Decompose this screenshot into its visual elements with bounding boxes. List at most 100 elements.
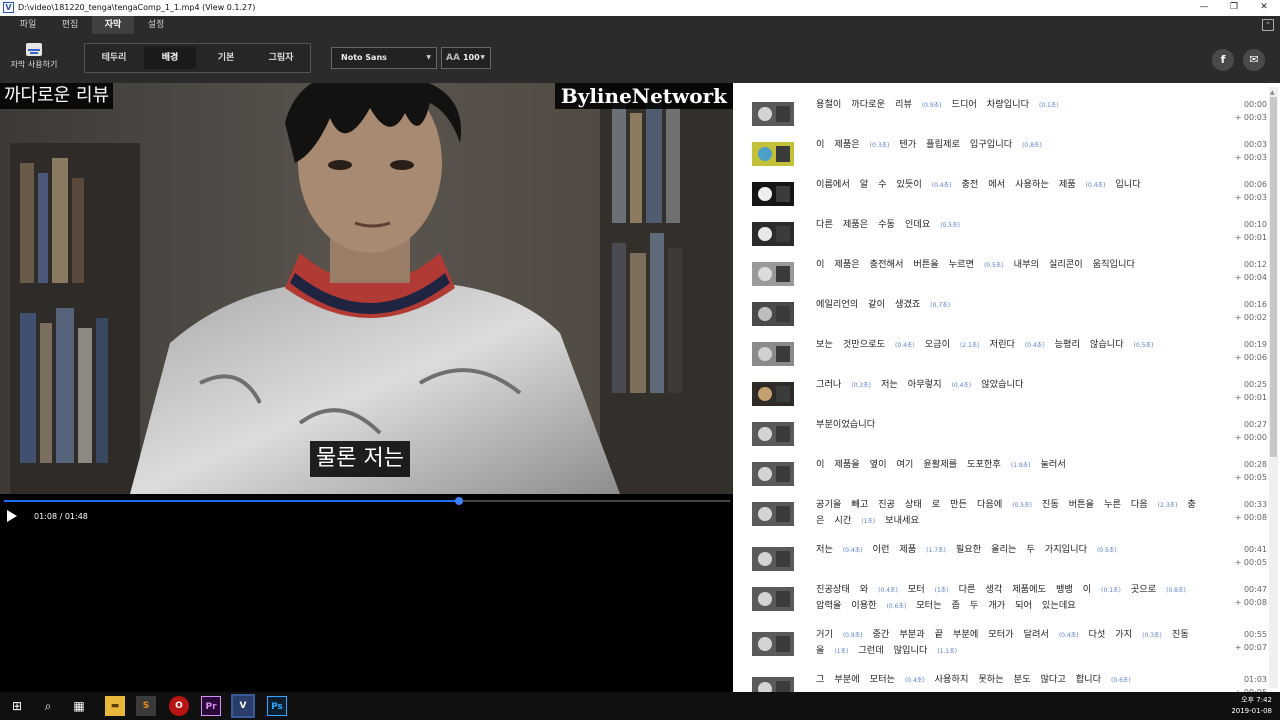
subtitle-text[interactable]: 공기을 빼고 진공 상태 로 만든 다음에 (0.5초) 진동 버튼을 누른 다… — [816, 497, 1196, 529]
subtitle-segment: 거기 — [816, 629, 833, 640]
sublime-icon[interactable]: S — [136, 696, 156, 716]
style-shadow-button[interactable]: 그림자 — [255, 47, 307, 69]
subtitle-text[interactable]: 부분이었습니다 — [816, 417, 1196, 432]
subtitle-text[interactable]: 용철이 까다로운 리뷰 (0.9초) 드디어 차량입니다 (0.1초) — [816, 97, 1196, 113]
subtitle-row[interactable]: 저는 (0.4초) 이런 제품 (1.7초) 필요한 올리는 두 가지입니다 (… — [733, 542, 1267, 582]
subtitle-segment: 다른 제품은 수동 인데요 — [816, 219, 931, 230]
subtitle-text[interactable]: 에일리언의 같이 생겼죠 (0.7초) — [816, 297, 1196, 313]
system-clock[interactable]: 오후 7:42 2019-01-08 — [1231, 695, 1272, 717]
task-view-icon[interactable]: ▦ — [68, 695, 90, 717]
seek-bar[interactable] — [4, 497, 730, 505]
style-background-button[interactable]: 배경 — [144, 47, 196, 69]
subtitle-thumbnail[interactable] — [752, 587, 794, 611]
subtitle-row[interactable]: 용철이 까다로운 리뷰 (0.9초) 드디어 차량입니다 (0.1초) 00:0… — [733, 97, 1267, 137]
enable-subtitle-button[interactable]: 자막 사용하기 — [8, 43, 60, 79]
subtitle-row[interactable]: 거기 (0.9초) 중간 부분과 끝 부분에 모터가 달려서 (0.4초) 다섯… — [733, 627, 1267, 667]
subtitle-style-group: 테두리 배경 기본 그림자 — [84, 43, 311, 73]
subtitle-icon — [26, 43, 42, 56]
subtitle-row[interactable]: 에일리언의 같이 생겼죠 (0.7초) 00:16 + 00:02 — [733, 297, 1267, 337]
title-bar: V D:\video\181220_tenga\tengaComp_1_1.mp… — [0, 0, 1280, 16]
seek-handle[interactable] — [455, 497, 464, 505]
minimize-button[interactable]: — — [1188, 0, 1220, 16]
scroll-thumb[interactable] — [1270, 97, 1277, 457]
subtitle-text[interactable]: 이 제품을 옆이 여기 윤활제를 도포한후 (1.9초) 눌러서 — [816, 457, 1196, 473]
subtitle-thumbnail[interactable] — [752, 102, 794, 126]
subtitle-thumbnail[interactable] — [752, 182, 794, 206]
subtitle-row[interactable]: 부분이었습니다 00:27 + 00:00 — [733, 417, 1267, 457]
subtitle-thumbnail[interactable] — [752, 342, 794, 366]
pause-marker: (0.9초) — [921, 102, 942, 109]
subtitle-row[interactable]: 다른 제품은 수동 인데요 (0.5초) 00:10 + 00:01 — [733, 217, 1267, 257]
restore-button[interactable]: ❐ — [1218, 0, 1250, 16]
tab-settings[interactable]: 설정 — [135, 16, 177, 34]
subtitle-segment: 저는 — [816, 544, 833, 555]
subtitle-thumbnail[interactable] — [752, 382, 794, 406]
subtitle-text[interactable]: 이 제품은 충전해서 버튼을 누르면 (0.5초) 내부의 실리콘이 움직입니다 — [816, 257, 1196, 273]
subtitle-text[interactable]: 진공상태 와 (0.4초) 모터 (1초) 다른 생각 제품에도 뱅뱅 이 (0… — [816, 582, 1196, 614]
pause-marker: (0.8초) — [1166, 587, 1186, 594]
pause-marker: (0.4초) — [1024, 342, 1045, 349]
subtitle-row[interactable]: 보는 것만으로도 (0.4초) 오금이 (2.1초) 저린다 (0.4초) 능평… — [733, 337, 1267, 377]
subtitle-row[interactable]: 공기을 빼고 진공 상태 로 만든 다음에 (0.5초) 진동 버튼을 누른 다… — [733, 497, 1267, 537]
subtitle-duration: + 00:03 — [1234, 193, 1267, 202]
subtitle-duration: + 00:06 — [1234, 353, 1267, 362]
pause-marker: (1초) — [861, 518, 876, 525]
search-icon[interactable]: ⌕ — [37, 695, 59, 717]
subtitle-text[interactable]: 그러나 (0.3초) 저는 아무렇지 (0.4초) 않았습니다 — [816, 377, 1196, 393]
subtitle-thumbnail[interactable] — [752, 462, 794, 486]
subtitle-text[interactable]: 거기 (0.9초) 중간 부분과 끝 부분에 모터가 달려서 (0.4초) 다섯… — [816, 627, 1196, 659]
style-basic-button[interactable]: 기본 — [200, 47, 252, 69]
pause-marker: (0.5초) — [1133, 342, 1154, 349]
subtitle-text[interactable]: 저는 (0.4초) 이런 제품 (1.7초) 필요한 올리는 두 가지입니다 (… — [816, 542, 1196, 558]
subtitle-text[interactable]: 그 부분에 모터는 (0.4초) 사용하지 못하는 분도 많다고 합니다 (0.… — [816, 672, 1196, 688]
pause-marker: (0.4초) — [904, 677, 925, 684]
subtitle-thumbnail[interactable] — [752, 142, 794, 166]
scrollbar[interactable]: ▲ — [1269, 87, 1278, 688]
tab-edit[interactable]: 편집 — [49, 16, 91, 34]
facebook-icon[interactable]: f — [1212, 49, 1234, 71]
windows-start-icon[interactable]: ⊞ — [6, 695, 28, 717]
window-title: D:\video\181220_tenga\tengaComp_1_1.mp4 … — [18, 3, 256, 12]
subtitle-thumbnail[interactable] — [752, 502, 794, 526]
subtitle-thumbnail[interactable] — [752, 422, 794, 446]
font-select[interactable]: Noto Sans ▼ — [331, 47, 437, 69]
photoshop-icon[interactable]: Ps — [267, 696, 287, 716]
subtitle-text[interactable]: 이름에서 알 수 있듯이 (0.4초) 충전 에서 사용하는 제품 (0.4초)… — [816, 177, 1196, 193]
subtitle-thumbnail[interactable] — [752, 222, 794, 246]
font-size-select[interactable]: AA 100 ▼ — [441, 47, 491, 69]
subtitle-thumbnail[interactable] — [752, 677, 794, 692]
file-explorer-icon[interactable]: ▬ — [105, 696, 125, 716]
subtitle-row[interactable]: 그 부분에 모터는 (0.4초) 사용하지 못하는 분도 많다고 합니다 (0.… — [733, 672, 1267, 692]
subtitle-row[interactable]: 이름에서 알 수 있듯이 (0.4초) 충전 에서 사용하는 제품 (0.4초)… — [733, 177, 1267, 217]
subtitle-row[interactable]: 그러나 (0.3초) 저는 아무렇지 (0.4초) 않았습니다 00:25 + 0… — [733, 377, 1267, 417]
subtitle-thumbnail[interactable] — [752, 302, 794, 326]
subtitle-row[interactable]: 이 제품을 옆이 여기 윤활제를 도포한후 (1.9초) 눌러서 00:28 + … — [733, 457, 1267, 497]
play-icon[interactable] — [7, 510, 17, 522]
premiere-icon[interactable]: Pr — [201, 696, 221, 716]
email-icon[interactable]: ✉ — [1243, 49, 1265, 71]
subtitle-row[interactable]: 이 제품은 (0.3초) 텐가 플립제로 입구입니다 (0.8초) 00:03 +… — [733, 137, 1267, 177]
subtitle-thumbnail[interactable] — [752, 632, 794, 656]
subtitle-row[interactable]: 진공상태 와 (0.4초) 모터 (1초) 다른 생각 제품에도 뱅뱅 이 (0… — [733, 582, 1267, 622]
close-button[interactable]: ✕ — [1248, 0, 1280, 16]
subtitle-list[interactable]: 용철이 까다로운 리뷰 (0.9초) 드디어 차량입니다 (0.1초) 00:0… — [733, 83, 1280, 692]
subtitle-text[interactable]: 보는 것만으로도 (0.4초) 오금이 (2.1초) 저린다 (0.4초) 능평… — [816, 337, 1196, 353]
subtitle-row[interactable]: 이 제품은 충전해서 버튼을 누르면 (0.5초) 내부의 실리콘이 움직입니다… — [733, 257, 1267, 297]
clock-time: 오후 7:42 — [1241, 696, 1272, 704]
tab-subtitle[interactable]: 자막 — [92, 16, 134, 34]
video-player[interactable]: 까다로운 리뷰 BylineNetwork 물론 저는 — [0, 83, 733, 494]
subtitle-text[interactable]: 이 제품은 (0.3초) 텐가 플립제로 입구입니다 (0.8초) — [816, 137, 1196, 153]
current-caption: 물론 저는 — [310, 441, 410, 477]
subtitle-text[interactable]: 다른 제품은 수동 인데요 (0.5초) — [816, 217, 1196, 233]
view-app-icon[interactable]: V — [231, 694, 255, 718]
subtitle-segment: 입니다 — [1115, 179, 1141, 190]
tab-file[interactable]: 파일 — [7, 16, 49, 34]
subtitle-thumbnail[interactable] — [752, 547, 794, 571]
scroll-up-icon[interactable]: ▲ — [1270, 89, 1275, 96]
collapse-ribbon-button[interactable]: ⌃ — [1262, 19, 1274, 31]
opera-icon[interactable]: O — [169, 696, 189, 716]
pause-marker: (0.5초) — [940, 222, 960, 229]
style-outline-button[interactable]: 테두리 — [88, 47, 140, 69]
time-display: 01:08 / 01:48 — [34, 512, 88, 521]
subtitle-thumbnail[interactable] — [752, 262, 794, 286]
